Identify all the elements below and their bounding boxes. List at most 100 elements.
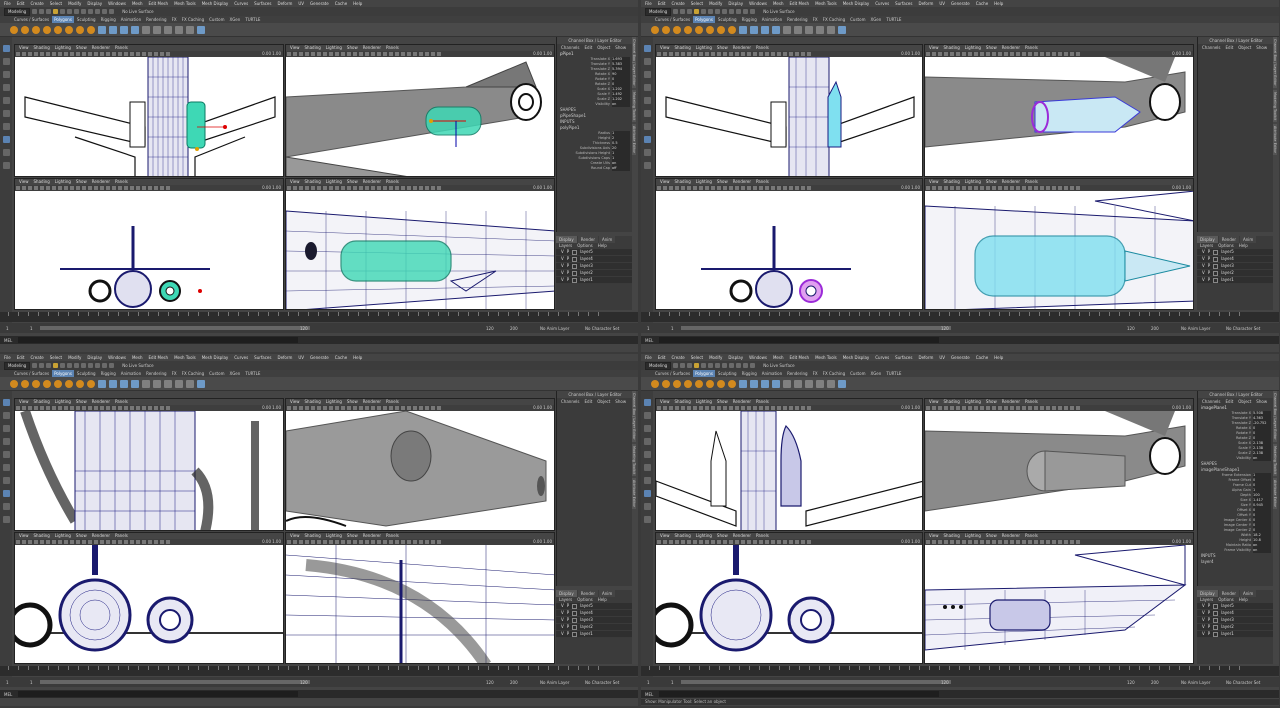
- menu-create[interactable]: Create: [671, 1, 684, 6]
- viewport-tool-icon[interactable]: [64, 186, 68, 190]
- viewport-tool-icon[interactable]: [431, 406, 435, 410]
- viewport-tool-icon[interactable]: [437, 52, 441, 56]
- viewport-tool-icon[interactable]: [431, 186, 435, 190]
- tool-icon[interactable]: [643, 516, 651, 523]
- viewport-tool-icon[interactable]: [305, 406, 309, 410]
- viewport-tool-icon[interactable]: [735, 186, 739, 190]
- shelf-tab-turtle[interactable]: TURTLE: [884, 370, 903, 377]
- shelf-tab-fx-caching[interactable]: FX Caching: [821, 16, 847, 23]
- viewport-tool-icon[interactable]: [998, 52, 1002, 56]
- menu-edit[interactable]: Edit: [658, 1, 666, 6]
- viewport-tool-icon[interactable]: [1004, 406, 1008, 410]
- menu-mesh-display[interactable]: Mesh Display: [843, 355, 870, 360]
- tool-icon[interactable]: [67, 363, 73, 368]
- viewport-tool-icon[interactable]: [1004, 186, 1008, 190]
- tool-icon[interactable]: [794, 379, 802, 388]
- viewport-tool-icon[interactable]: [1040, 52, 1044, 56]
- channel-menu-edit[interactable]: Edit: [1226, 398, 1234, 405]
- channel-menu-edit[interactable]: Edit: [585, 398, 593, 405]
- viewport-tool-icon[interactable]: [1076, 52, 1080, 56]
- tool-icon[interactable]: [694, 363, 700, 368]
- viewport-tool-icon[interactable]: [389, 186, 393, 190]
- viewport-tool-icon[interactable]: [407, 406, 411, 410]
- viewport-tool-icon[interactable]: [1070, 186, 1074, 190]
- viewport-tool-icon[interactable]: [160, 52, 164, 56]
- viewport-tool-icon[interactable]: [693, 52, 697, 56]
- viewport-tool-icon[interactable]: [729, 52, 733, 56]
- viewport-tool-icon[interactable]: [962, 406, 966, 410]
- viewport-tool-icon[interactable]: [926, 540, 930, 544]
- layer-playback-toggle[interactable]: P: [567, 631, 569, 637]
- tool-icon[interactable]: [643, 425, 651, 432]
- viewport-tool-icon[interactable]: [28, 406, 32, 410]
- viewport-tool-icon[interactable]: [657, 186, 661, 190]
- viewport-tool-icon[interactable]: [401, 406, 405, 410]
- channel-menu-show[interactable]: Show: [615, 398, 626, 405]
- menu-display[interactable]: Display: [87, 355, 102, 360]
- viewport-side[interactable]: View Shading Lighting Show Renderer Panels 0.…: [285, 178, 555, 310]
- layer-color-swatch[interactable]: [572, 249, 578, 255]
- layer-row[interactable]: V Player2: [556, 624, 632, 631]
- tool-icon[interactable]: [643, 503, 651, 510]
- viewport-tool-icon[interactable]: [1010, 52, 1014, 56]
- menu-mesh-tools[interactable]: Mesh Tools: [815, 1, 837, 6]
- layer-visibility-toggle[interactable]: V: [1202, 249, 1205, 255]
- gamma-field[interactable]: 1.00: [1182, 51, 1191, 57]
- viewport-tool-icon[interactable]: [347, 540, 351, 544]
- near-clip-field[interactable]: 0.00: [262, 51, 271, 57]
- shelf-tab-rigging[interactable]: Rigging: [740, 370, 759, 377]
- shelf-tab-fx[interactable]: FX: [170, 16, 179, 23]
- viewport-tool-icon[interactable]: [717, 186, 721, 190]
- viewport-tool-icon[interactable]: [293, 52, 297, 56]
- viewport-tool-icon[interactable]: [124, 540, 128, 544]
- viewport-tool-icon[interactable]: [383, 540, 387, 544]
- viewport-tool-icon[interactable]: [747, 540, 751, 544]
- side-tab-attribute-editor[interactable]: Attribute Editor: [1273, 477, 1277, 509]
- viewport-tool-icon[interactable]: [136, 186, 140, 190]
- viewport-tool-icon[interactable]: [142, 186, 146, 190]
- viewport-tool-icon[interactable]: [419, 186, 423, 190]
- tool-icon[interactable]: [46, 9, 52, 14]
- viewport-tool-icon[interactable]: [741, 406, 745, 410]
- sphere-icon[interactable]: [10, 25, 18, 34]
- shelf-tab-fx-caching[interactable]: FX Caching: [180, 16, 206, 23]
- viewport-tool-icon[interactable]: [353, 186, 357, 190]
- menu-deform[interactable]: Deform: [277, 355, 292, 360]
- viewport-tool-icon[interactable]: [395, 540, 399, 544]
- shelf-tab-animation[interactable]: Animation: [760, 16, 784, 23]
- viewport-tool-icon[interactable]: [777, 406, 781, 410]
- paint-select-icon[interactable]: [2, 71, 10, 78]
- viewport-tool-icon[interactable]: [94, 540, 98, 544]
- viewport-tool-icon[interactable]: [956, 186, 960, 190]
- tool-icon[interactable]: [21, 379, 29, 388]
- tool-icon[interactable]: [706, 379, 714, 388]
- viewport-tool-icon[interactable]: [926, 52, 930, 56]
- viewport-tool-icon[interactable]: [100, 540, 104, 544]
- tool-icon[interactable]: [722, 363, 728, 368]
- viewport-tool-icon[interactable]: [1004, 540, 1008, 544]
- viewport-tool-icon[interactable]: [1040, 406, 1044, 410]
- viewport-tool-icon[interactable]: [154, 540, 158, 544]
- viewport-tool-icon[interactable]: [1064, 186, 1068, 190]
- menu-file[interactable]: File: [645, 355, 652, 360]
- viewport-tool-icon[interactable]: [305, 540, 309, 544]
- tool-icon[interactable]: [131, 379, 139, 388]
- viewport-tool-icon[interactable]: [70, 540, 74, 544]
- layer-row[interactable]: V Player5: [556, 249, 632, 256]
- viewport-tool-icon[interactable]: [1016, 406, 1020, 410]
- viewport-tool-icon[interactable]: [64, 52, 68, 56]
- tool-icon[interactable]: [816, 25, 824, 34]
- tool-icon[interactable]: [743, 9, 749, 14]
- viewport-tool-icon[interactable]: [94, 186, 98, 190]
- viewport-tool-icon[interactable]: [980, 406, 984, 410]
- menu-curves[interactable]: Curves: [875, 1, 889, 6]
- viewport-tool-icon[interactable]: [22, 406, 26, 410]
- tool-icon[interactable]: [2, 438, 10, 445]
- channel-menu-object[interactable]: Object: [597, 398, 610, 405]
- viewport-tool-icon[interactable]: [998, 540, 1002, 544]
- viewport-tool-icon[interactable]: [70, 186, 74, 190]
- tool-icon[interactable]: [643, 71, 651, 78]
- menu-surfaces[interactable]: Surfaces: [895, 355, 912, 360]
- tool-icon[interactable]: [2, 477, 10, 484]
- viewport-tool-icon[interactable]: [944, 52, 948, 56]
